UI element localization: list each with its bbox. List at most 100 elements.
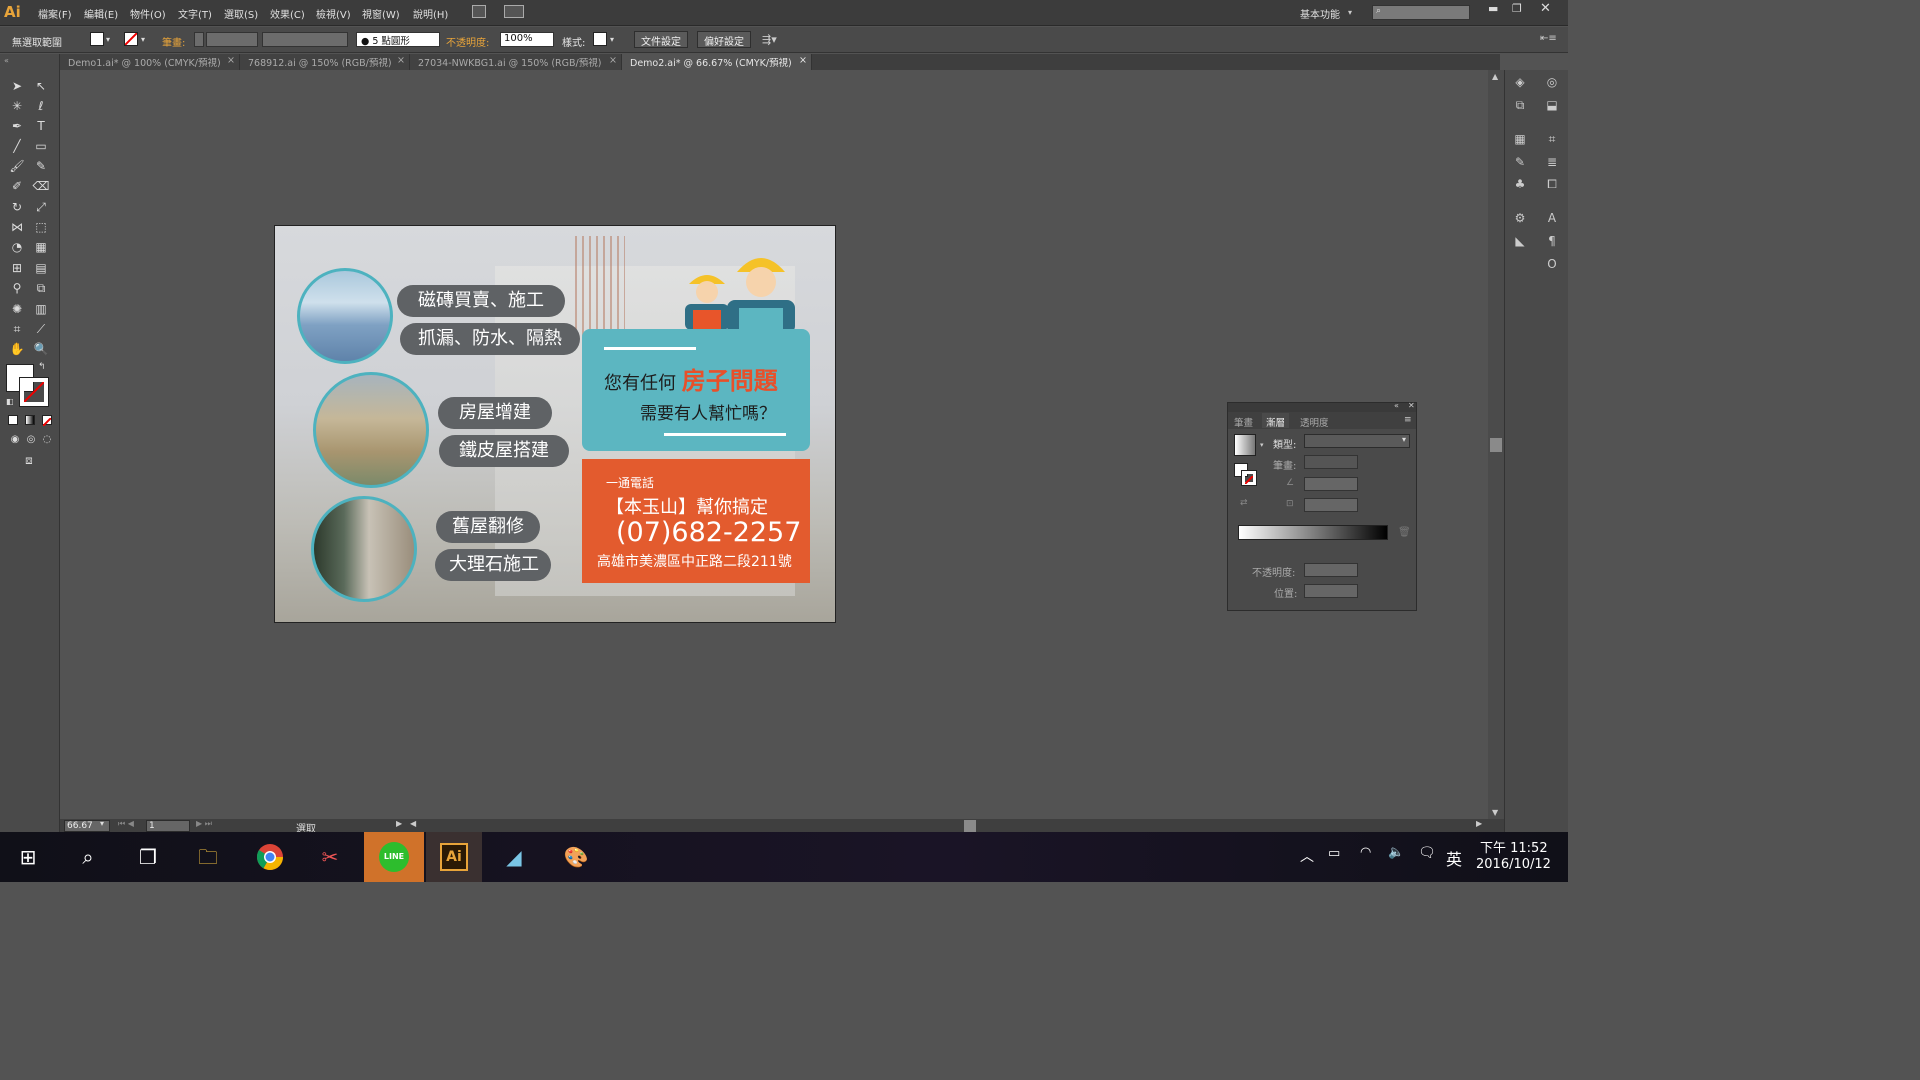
opacity-input[interactable] (1304, 563, 1358, 577)
color-guide-icon[interactable]: ◎ (1543, 74, 1561, 90)
tab-gradient[interactable]: 漸層 (1262, 413, 1290, 429)
scale-tool-icon[interactable]: ⤢ (32, 199, 50, 215)
pencil-tool-icon[interactable]: ✎ (32, 158, 50, 174)
artboard[interactable]: 磁磚買賣、施工 抓漏、防水、隔熱 房屋增建 鐵皮屋搭建 舊屋翻修 大理石施工 您… (274, 225, 836, 623)
style-swatch[interactable] (593, 32, 607, 46)
tab-close-icon[interactable]: × (609, 55, 617, 66)
search-input[interactable] (1372, 5, 1470, 20)
scroll-thumb[interactable] (1490, 438, 1502, 452)
restore-icon[interactable]: ❐ (1512, 2, 1522, 15)
perspective-grid-tool-icon[interactable]: ▦ (32, 239, 50, 255)
stroke-swatch[interactable] (1241, 470, 1257, 486)
type-dropdown[interactable]: ▾ (1304, 434, 1410, 448)
line-tool-icon[interactable]: ╱ (8, 138, 26, 154)
stroke-weight-dropdown[interactable] (206, 32, 258, 47)
transform-icon[interactable]: ⌗ (1543, 131, 1561, 147)
align-panel-icon[interactable]: ≣ (1543, 154, 1561, 170)
aspect-ratio-input[interactable] (1304, 498, 1358, 512)
status-menu-icon[interactable]: ▶ (396, 819, 402, 828)
file-explorer-icon[interactable]: 🗀 (188, 840, 228, 874)
tab-close-icon[interactable]: × (799, 55, 807, 66)
angle-input[interactable] (1304, 477, 1358, 491)
scroll-up-icon[interactable]: ▲ (1492, 72, 1498, 81)
chevron-down-icon[interactable]: ▾ (106, 35, 110, 44)
stroke-label[interactable]: 筆畫: (162, 34, 185, 49)
task-view-icon[interactable]: ❐ (128, 840, 168, 874)
tab-stroke[interactable]: 筆畫 (1234, 415, 1253, 429)
first-artboard-icon[interactable]: ⏮ ◀ (118, 819, 134, 829)
paragraph-icon[interactable]: ¶ (1543, 233, 1561, 249)
artboards-icon[interactable]: ⧉ (1511, 97, 1529, 113)
variable-width-dropdown[interactable] (262, 32, 348, 47)
default-colors-icon[interactable]: ◧ (6, 397, 14, 406)
brush-dropdown[interactable]: ● 5 點圓形 (356, 32, 440, 47)
swatches-icon[interactable]: ▦ (1511, 131, 1529, 147)
chrome-icon[interactable] (250, 840, 290, 874)
chevron-down-icon[interactable]: ▾ (610, 35, 614, 44)
close-icon[interactable]: ✕ (1540, 1, 1551, 16)
chevron-up-icon[interactable]: ︿ (1300, 846, 1314, 866)
line-app-icon[interactable]: LINE (364, 832, 424, 882)
graphic-styles-icon[interactable]: ◣ (1511, 233, 1529, 249)
document-setup-button[interactable]: 文件設定 (634, 31, 688, 48)
character-icon[interactable]: A (1543, 210, 1561, 226)
trash-icon[interactable]: 🗑 (1398, 527, 1411, 538)
opacity-label[interactable]: 不透明度: (446, 34, 489, 49)
position-input[interactable] (1304, 584, 1358, 598)
pen-tool-icon[interactable]: ✒ (8, 118, 26, 134)
minimize-icon[interactable]: ▬ (1488, 2, 1498, 15)
export-icon[interactable]: ⬓ (1543, 97, 1561, 113)
hscroll-thumb[interactable] (964, 820, 976, 832)
search-icon[interactable]: ⌕ (68, 840, 108, 874)
width-tool-icon[interactable]: ⋈ (8, 219, 26, 235)
gradient-tool-icon[interactable]: ▤ (32, 260, 50, 276)
arrange-documents-icon[interactable] (504, 5, 524, 18)
tab-demo1[interactable]: Demo1.ai* @ 100% (CMYK/預視) × (60, 54, 240, 70)
blob-brush-tool-icon[interactable]: ✐ (8, 178, 26, 194)
tab-768912[interactable]: 768912.ai @ 150% (RGB/預視) × (240, 54, 410, 70)
vertical-scrollbar[interactable]: ▲ ▼ (1488, 70, 1504, 820)
slice-tool-icon[interactable]: ⟋ (32, 321, 50, 337)
mesh-tool-icon[interactable]: ⊞ (8, 260, 26, 276)
screen-mode-icon[interactable]: ⧈ (20, 452, 38, 468)
scroll-down-icon[interactable]: ▼ (1492, 808, 1498, 817)
brushes-icon[interactable]: ✎ (1511, 154, 1529, 170)
collapse-icon[interactable]: « (4, 56, 9, 65)
shape-builder-tool-icon[interactable]: ◔ (8, 239, 26, 255)
bridge-icon[interactable] (472, 5, 486, 18)
free-transform-tool-icon[interactable]: ⬚ (32, 219, 50, 235)
selection-tool-icon[interactable]: ➤ (8, 78, 26, 94)
artboard-number-input[interactable]: 1 (146, 820, 190, 832)
align-icon[interactable]: ⇶▾ (762, 33, 777, 46)
direct-selection-tool-icon[interactable]: ↖ (32, 78, 50, 94)
tab-close-icon[interactable]: × (397, 55, 405, 66)
swap-colors-icon[interactable]: ↰ (38, 362, 46, 372)
tab-close-icon[interactable]: × (227, 55, 235, 66)
gradient-slider[interactable] (1238, 525, 1388, 540)
menu-help[interactable]: 說明(H) (413, 6, 448, 21)
hand-tool-icon[interactable]: ✋ (8, 341, 26, 357)
scroll-left-icon[interactable]: ◀ (410, 819, 416, 828)
symbols-icon[interactable]: ♣ (1511, 176, 1529, 192)
opentype-icon[interactable]: O (1543, 256, 1561, 272)
workspace-switcher[interactable]: 基本功能 (1300, 6, 1340, 21)
stroke-gradient-buttons[interactable] (1304, 455, 1358, 469)
snipping-tool-icon[interactable]: ✂ (310, 840, 350, 874)
draw-inside-icon[interactable]: ◌ (38, 432, 56, 448)
tab-transparency[interactable]: 透明度 (1300, 415, 1329, 429)
volume-icon[interactable]: 🔈 (1388, 845, 1404, 860)
panel-titlebar[interactable]: « ✕ (1228, 401, 1416, 412)
lasso-tool-icon[interactable]: ℓ (32, 98, 50, 114)
menu-type[interactable]: 文字(T) (178, 6, 212, 21)
rotate-tool-icon[interactable]: ↻ (8, 199, 26, 215)
stroke-stepper[interactable] (194, 32, 204, 47)
close-icon[interactable]: ✕ (1408, 401, 1415, 410)
opacity-input[interactable]: 100% (500, 32, 554, 47)
gradient-mode-icon[interactable] (25, 415, 35, 425)
menu-object[interactable]: 物件(O) (130, 6, 166, 21)
reverse-gradient-icon[interactable]: ⇄ (1240, 498, 1248, 508)
layers-icon[interactable]: ◈ (1511, 74, 1529, 90)
illustrator-app-icon[interactable]: Ai (426, 832, 482, 882)
menu-window[interactable]: 視窗(W) (362, 6, 400, 21)
paintbrush-tool-icon[interactable]: 🖌 (8, 158, 26, 174)
